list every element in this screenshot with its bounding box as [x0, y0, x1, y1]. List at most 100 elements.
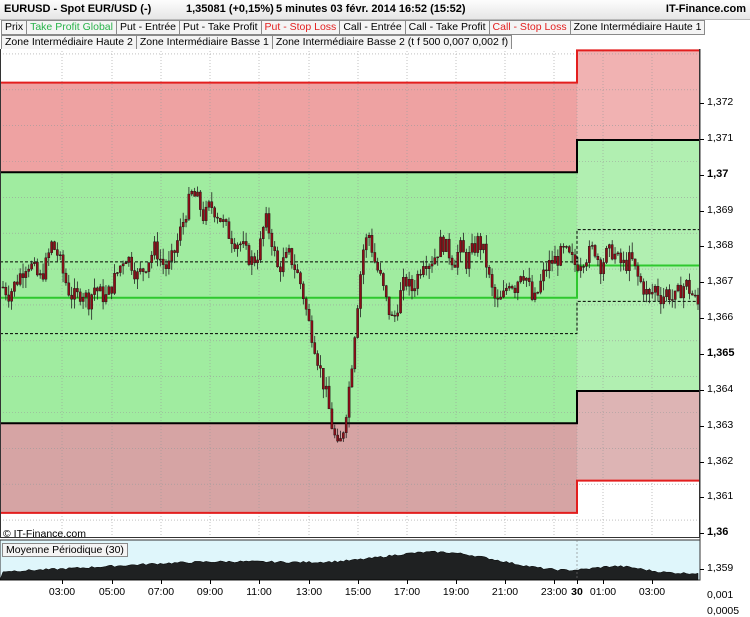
candle-body [336, 434, 339, 442]
tab-take-profit-global[interactable]: Take Profit Global [26, 20, 117, 35]
candle-body [204, 206, 208, 221]
candle-body [410, 278, 414, 292]
candle-body [570, 251, 574, 255]
period-date: 5 minutes 03 févr. 2014 16:52 (15:52) [276, 3, 466, 15]
time-label: 03:00 [48, 586, 76, 598]
candle-body [273, 246, 277, 251]
candle-body [73, 288, 76, 300]
tab-put-entr-e[interactable]: Put - Entrée [115, 20, 180, 35]
candle-body [133, 270, 136, 280]
candle-body [645, 289, 648, 295]
candle-body [270, 232, 274, 247]
candle-body [642, 281, 645, 295]
candle-body [693, 294, 697, 297]
candle-body [476, 236, 480, 253]
tab-zone-interm-diaire-haute-1[interactable]: Zone Intermédiaire Haute 1 [569, 20, 706, 35]
candle-body [116, 272, 119, 274]
candle-body [76, 288, 79, 293]
candle-body [30, 263, 33, 270]
candle-body [250, 256, 254, 265]
time-label: 03:00 [638, 586, 666, 598]
candle-body [156, 241, 159, 260]
candle-body [356, 308, 359, 338]
tab-zone-interm-diaire-basse-2-t-f-500-0-007-0-002-f[interactable]: Zone Intermédiaire Basse 2 (t f 500 0,00… [271, 35, 513, 50]
price-tick [700, 138, 704, 140]
candle-body [4, 286, 8, 296]
candle-body [302, 283, 305, 299]
candle-body [382, 273, 385, 286]
price-tick [700, 533, 704, 535]
candle-body [213, 207, 216, 218]
tab-zone-interm-diaire-basse-1[interactable]: Zone Intermédiaire Basse 1 [135, 35, 273, 50]
candle-body [101, 286, 105, 303]
candle-body [199, 191, 202, 210]
price-tick [700, 246, 704, 248]
candle-body [293, 264, 297, 270]
candle-body [179, 226, 182, 241]
oscillator-title[interactable]: Moyenne Périodique (30) [2, 543, 128, 557]
candle-body [487, 267, 491, 275]
candle-body [224, 219, 228, 222]
candle-body [161, 258, 165, 265]
candle-body [502, 290, 505, 298]
price-tick [700, 102, 704, 104]
candle-body [21, 273, 25, 278]
price-label: 1,36 [707, 526, 729, 539]
price-label: 1,37 [707, 167, 729, 180]
tab-call-entr-e[interactable]: Call - Entrée [339, 20, 406, 35]
candle-body [153, 241, 156, 256]
candle-body [121, 263, 125, 267]
candle-body [519, 276, 522, 283]
tab-call-stop-loss[interactable]: Call - Stop Loss [488, 20, 571, 35]
candle-body [67, 282, 71, 296]
tab-put-stop-loss[interactable]: Put - Stop Loss [260, 20, 341, 35]
copyright-text: © IT-Finance.com [3, 528, 87, 540]
candle-body [221, 219, 225, 222]
candle-body [676, 284, 680, 292]
candle-body [316, 353, 319, 366]
candle-body [507, 286, 511, 289]
chart-header: EURUSD - Spot EUR/USD (-) 1,35081 (+0,15… [0, 0, 750, 20]
candle-body [619, 252, 623, 264]
candle-body [267, 213, 271, 234]
candle-body [322, 368, 325, 390]
candle-body [525, 277, 528, 281]
candle-body [608, 244, 611, 249]
candle-body [58, 254, 62, 257]
candle-body [545, 269, 548, 272]
price-tick [700, 282, 704, 284]
candle-body [490, 274, 494, 288]
candle-body [241, 241, 245, 245]
tab-put-take-profit[interactable]: Put - Take Profit [179, 20, 262, 35]
time-tick [358, 580, 359, 584]
candle-body [104, 294, 108, 303]
candle-body [256, 259, 259, 264]
time-tick [652, 580, 653, 584]
candle-body [427, 265, 431, 269]
candle-body [485, 243, 488, 268]
tab-call-take-profit[interactable]: Call - Take Profit [404, 20, 490, 35]
candle-body [227, 221, 231, 239]
time-label: 30 [571, 586, 583, 598]
price-chart[interactable] [0, 49, 750, 600]
candle-body [216, 216, 219, 219]
candle-body [442, 236, 445, 252]
candle-body [339, 438, 342, 442]
candle-body [27, 268, 31, 272]
candle-body [533, 292, 537, 300]
candle-body [459, 240, 462, 253]
tab-row-1: Prix Take Profit Global Put - Entrée Put - … [1, 20, 706, 35]
tab-zone-interm-diaire-haute-2[interactable]: Zone Intermédiaire Haute 2 [1, 35, 137, 50]
candle-body [90, 294, 93, 310]
candle-body [573, 254, 577, 265]
candle-body [665, 289, 668, 298]
candle-body [602, 262, 605, 275]
time-tick [309, 580, 310, 584]
candle-body [668, 289, 671, 300]
candle-body [56, 249, 59, 256]
price-label: 1,361 [707, 490, 734, 503]
tab-prix[interactable]: Prix [1, 20, 28, 35]
candle-body [590, 245, 594, 247]
candle-body [562, 245, 565, 248]
candle-body [439, 236, 442, 258]
